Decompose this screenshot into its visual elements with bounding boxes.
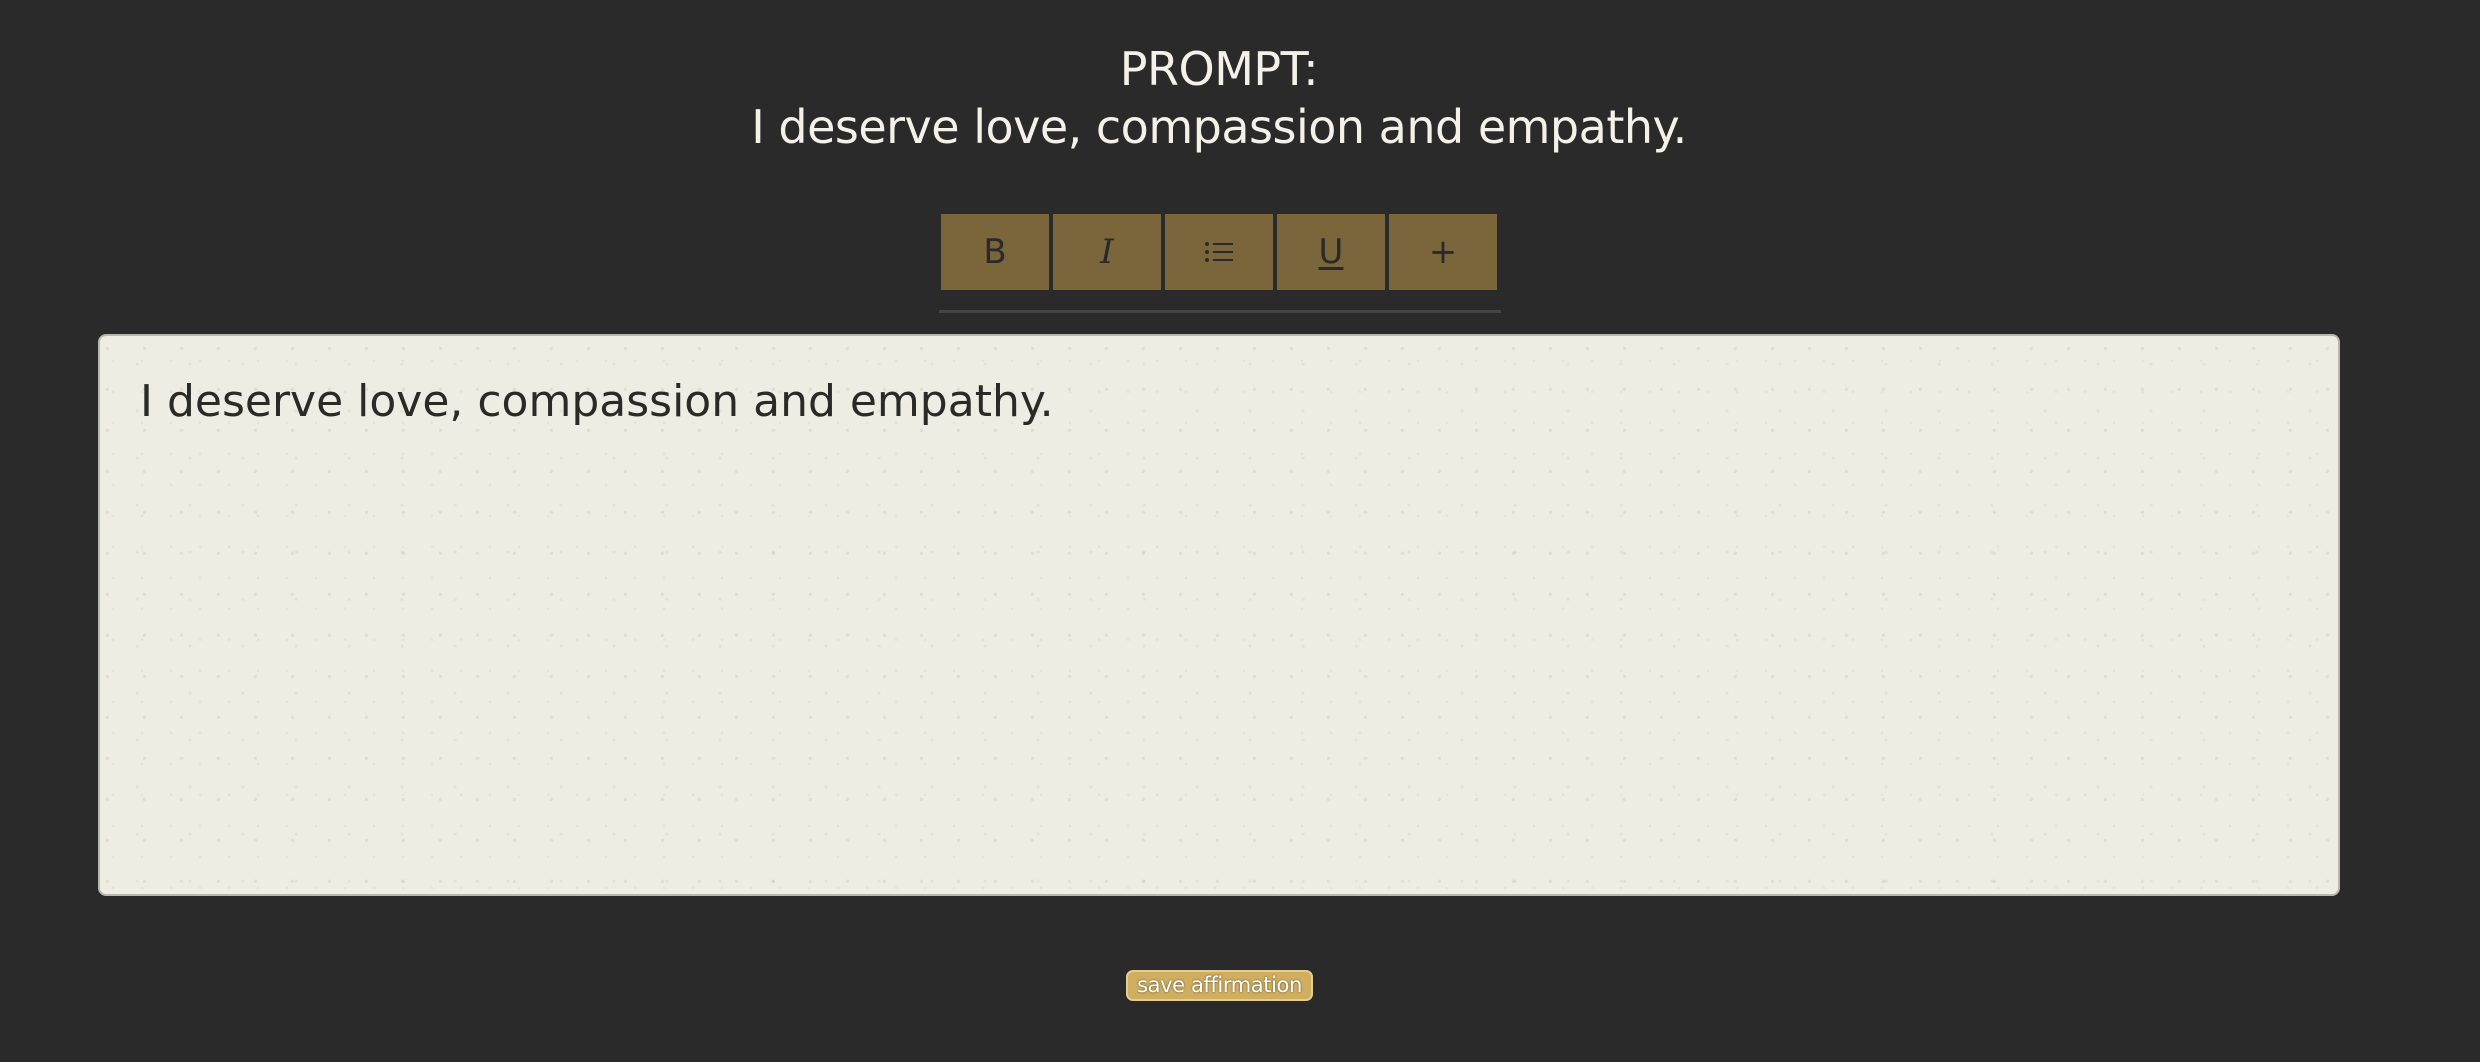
underline-icon: U [1318,232,1344,272]
add-button[interactable]: + [1389,214,1497,290]
affirmation-editor[interactable]: I deserve love, compassion and empathy. [98,334,2340,896]
bullet-list-button[interactable] [1165,214,1273,290]
bullet-list-icon [1205,242,1233,262]
italic-button[interactable]: I [1053,214,1161,290]
italic-icon: I [1100,232,1114,272]
bold-icon: B [983,232,1007,272]
save-affirmation-button[interactable]: save affirmation [1126,970,1313,1001]
prompt-text: I deserve love, compassion and empathy. [751,100,1687,154]
bold-button[interactable]: B [941,214,1049,290]
underline-button[interactable]: U [1277,214,1385,290]
prompt-block: PROMPT: I deserve love, compassion and e… [0,40,2438,156]
formatting-toolbar: B I U + [941,214,1497,290]
plus-icon: + [1428,232,1458,272]
toolbar-divider [939,310,1501,313]
prompt-heading: PROMPT: [1119,42,1319,96]
